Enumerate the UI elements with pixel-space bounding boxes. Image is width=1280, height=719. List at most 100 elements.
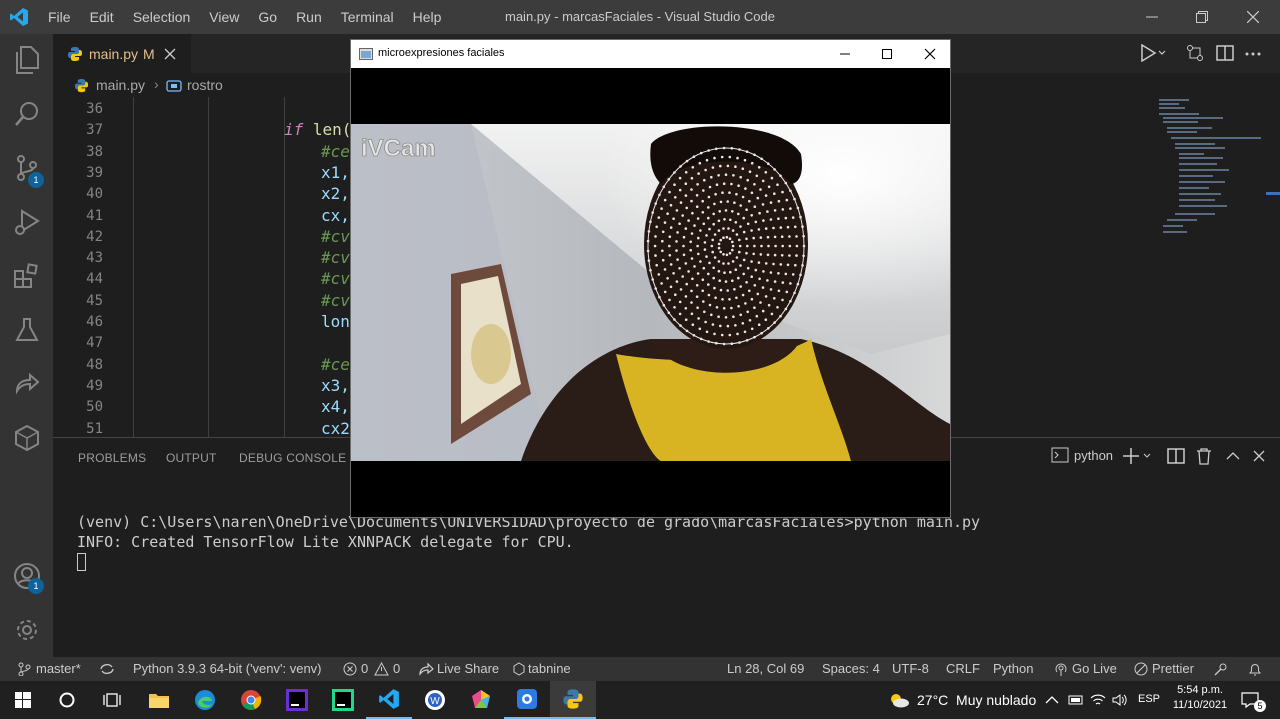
face-landmark-point xyxy=(738,250,741,254)
taskbar-file-explorer[interactable] xyxy=(136,681,182,719)
explorer-button[interactable] xyxy=(0,36,53,84)
taskbar-camera-app[interactable] xyxy=(504,681,550,719)
search-button[interactable] xyxy=(0,90,53,138)
split-terminal-button[interactable] xyxy=(1167,447,1185,470)
tabnine-status[interactable]: tabnine xyxy=(528,661,571,676)
extensions-button[interactable] xyxy=(0,252,53,300)
open-changes-button[interactable] xyxy=(1186,44,1204,67)
face-landmark-point xyxy=(713,233,717,236)
close-button[interactable] xyxy=(1229,0,1277,34)
menu-go[interactable]: Go xyxy=(258,9,277,25)
manage-button[interactable] xyxy=(0,606,53,654)
taskbar-vscode[interactable] xyxy=(366,681,412,719)
taskbar-pycharm[interactable] xyxy=(320,681,366,719)
face-landmark-point xyxy=(726,164,730,168)
tab-problems[interactable]: PROBLEMS xyxy=(78,451,146,465)
taskbar-chrome[interactable] xyxy=(228,681,274,719)
wifi-icon[interactable] xyxy=(1090,693,1106,707)
minimize-icon[interactable] xyxy=(839,48,851,60)
run-debug-button[interactable] xyxy=(0,198,53,246)
face-landmark-point xyxy=(741,195,745,199)
minimize-button[interactable] xyxy=(1128,0,1176,34)
close-icon[interactable] xyxy=(924,48,936,60)
camera-preview-window[interactable]: microexpresiones faciales iVCam xyxy=(350,39,951,518)
new-terminal-button[interactable] xyxy=(1123,447,1151,470)
face-landmark-point xyxy=(759,188,762,191)
close-panel-button[interactable] xyxy=(1252,447,1266,470)
face-landmark-point xyxy=(712,212,715,216)
face-landmark-point xyxy=(723,271,726,274)
close-tab-icon[interactable] xyxy=(164,48,176,60)
feedback-icon[interactable] xyxy=(1213,662,1229,676)
menu-terminal[interactable]: Terminal xyxy=(341,9,394,25)
prettier-status[interactable]: Prettier xyxy=(1152,661,1194,676)
task-view-button[interactable] xyxy=(89,681,135,719)
terminal-selector[interactable]: python xyxy=(1051,447,1113,463)
face-landmark-point xyxy=(655,263,658,267)
battery-icon[interactable] xyxy=(1066,693,1084,707)
encoding[interactable]: UTF-8 xyxy=(892,661,929,676)
tab-output[interactable]: OUTPUT xyxy=(166,451,217,465)
breadcrumb-file[interactable]: main.py xyxy=(96,77,145,93)
language-mode[interactable]: Python xyxy=(993,661,1033,676)
kill-terminal-button[interactable] xyxy=(1196,447,1212,470)
tab-main-py[interactable]: main.py M xyxy=(53,34,191,73)
menu-help[interactable]: Help xyxy=(413,9,442,25)
split-editor-icon xyxy=(1216,45,1234,61)
jetbrains-icon xyxy=(286,689,308,711)
face-landmark-point xyxy=(705,158,709,162)
warning-count[interactable]: 0 xyxy=(393,661,400,676)
run-python-file-button[interactable] xyxy=(1140,43,1166,67)
live-share-status[interactable]: Live Share xyxy=(437,661,499,676)
cursor-position[interactable]: Ln 28, Col 69 xyxy=(727,661,804,676)
chevron-up-icon[interactable] xyxy=(1045,693,1059,707)
restore-button[interactable] xyxy=(1178,0,1226,34)
search-button[interactable] xyxy=(44,681,90,719)
line-ending[interactable]: CRLF xyxy=(946,661,980,676)
more-actions-button[interactable] xyxy=(1244,44,1262,67)
breadcrumb-symbol[interactable]: rostro xyxy=(187,77,223,93)
input-language[interactable]: ESP xyxy=(1138,693,1160,705)
face-landmark-point xyxy=(779,263,783,266)
taskbar-edge[interactable] xyxy=(182,681,228,719)
live-share-button[interactable] xyxy=(0,360,53,408)
menu-run[interactable]: Run xyxy=(296,9,322,25)
taskbar-python-window[interactable] xyxy=(550,681,596,719)
indentation[interactable]: Spaces: 4 xyxy=(822,661,880,676)
bell-icon[interactable] xyxy=(1248,662,1262,676)
face-landmark-point xyxy=(764,295,768,298)
taskbar-colorful-app[interactable] xyxy=(458,681,504,719)
files-icon xyxy=(15,46,39,74)
face-landmark-point xyxy=(681,214,684,217)
menu-view[interactable]: View xyxy=(209,9,239,25)
error-count[interactable]: 0 xyxy=(361,661,368,676)
start-button[interactable] xyxy=(0,681,46,719)
menu-edit[interactable]: Edit xyxy=(90,9,114,25)
maximize-icon[interactable] xyxy=(881,48,893,60)
branch-indicator[interactable]: master* xyxy=(36,661,81,676)
face-landmark-point xyxy=(757,228,761,231)
minimap[interactable] xyxy=(1153,97,1268,247)
tab-debug-console[interactable]: DEBUG CONSOLE xyxy=(239,451,346,465)
sync-icon[interactable] xyxy=(99,662,115,676)
source-control-button[interactable]: 1 xyxy=(0,144,53,192)
maximize-panel-button[interactable] xyxy=(1226,447,1240,470)
remote-explorer-button[interactable] xyxy=(0,414,53,462)
taskbar-app[interactable]: W xyxy=(412,681,458,719)
menu-file[interactable]: File xyxy=(48,9,71,25)
volume-icon[interactable] xyxy=(1112,693,1128,707)
clock-time: 5:54 p.m. xyxy=(1177,684,1223,696)
go-live-button[interactable]: Go Live xyxy=(1072,661,1117,676)
face-landmark-point xyxy=(753,183,756,186)
face-landmark-point xyxy=(708,227,711,231)
code-line: #cv xyxy=(321,248,350,268)
face-landmark-point xyxy=(764,194,768,197)
accounts-button[interactable]: 1 xyxy=(0,552,53,600)
menu-selection[interactable]: Selection xyxy=(133,9,191,25)
python-interpreter[interactable]: Python 3.9.3 64-bit ('venv': venv) xyxy=(133,661,322,676)
clock[interactable]: 5:54 p.m. 11/10/2021 xyxy=(1168,684,1232,711)
weather-widget[interactable]: 27°C Muy nublado xyxy=(917,692,1036,708)
split-editor-button[interactable] xyxy=(1216,44,1234,67)
taskbar-jetbrains[interactable] xyxy=(274,681,320,719)
testing-button[interactable] xyxy=(0,306,53,354)
